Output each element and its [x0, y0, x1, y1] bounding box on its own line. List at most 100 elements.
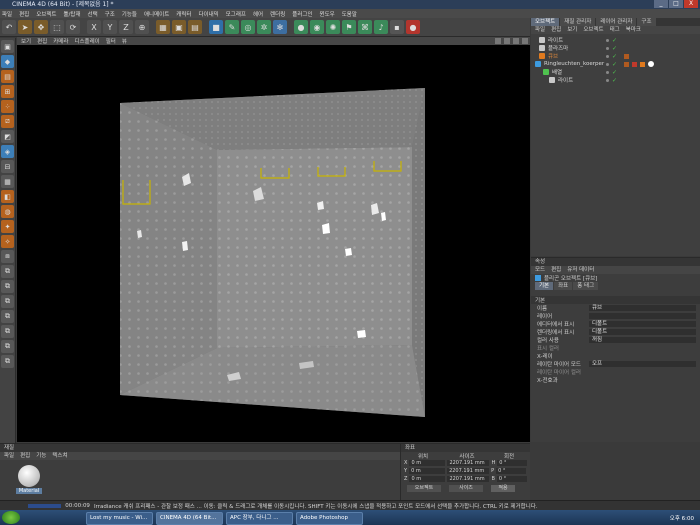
mm-menu-file[interactable]: 파일: [4, 452, 14, 460]
taskbar-item-apc[interactable]: APC 장부, 다니그 ...: [226, 512, 293, 525]
texture-mode-icon[interactable]: ▤: [1, 70, 14, 83]
grid-icon[interactable]: ▦: [1, 175, 14, 188]
maximize-button[interactable]: □: [669, 0, 683, 8]
object-row[interactable]: 플라즈마 ✓: [531, 44, 700, 52]
am-menu-edit[interactable]: 편집: [551, 266, 561, 274]
vp-move-icon[interactable]: [495, 38, 501, 44]
vp-menu-filter[interactable]: 필터: [106, 37, 116, 45]
sound-icon[interactable]: ♪: [374, 20, 388, 34]
vp-maximize-icon[interactable]: [522, 38, 528, 44]
om-menu-edit[interactable]: 편집: [551, 26, 561, 34]
coord-mode-select[interactable]: 오브젝트: [407, 484, 441, 492]
polygons-mode-icon[interactable]: ◩: [1, 130, 14, 143]
light-icon[interactable]: ✺: [326, 20, 340, 34]
cube-icon[interactable]: ■: [209, 20, 223, 34]
om-menu-file[interactable]: 파일: [535, 26, 545, 34]
object-row[interactable]: 배열 ✓: [531, 68, 700, 76]
attr-mode-select[interactable]: 오프: [589, 361, 696, 367]
vp-menu-view[interactable]: 보기: [21, 37, 31, 45]
close-button[interactable]: X: [684, 0, 698, 8]
rot-b-field[interactable]: 0 °: [496, 476, 527, 482]
tab-structure[interactable]: 구조: [637, 18, 656, 26]
attr-xray-checkbox[interactable]: [589, 353, 696, 359]
snap-icon[interactable]: ⊟: [1, 160, 14, 173]
subdivision-icon[interactable]: ◎: [241, 20, 255, 34]
scale-icon[interactable]: ⬚: [50, 20, 64, 34]
om-menu-tags[interactable]: 태그: [610, 26, 620, 34]
compositing-tag-icon[interactable]: [640, 61, 646, 67]
coord-icon[interactable]: ⊕: [135, 20, 149, 34]
spline-pen-icon[interactable]: ✎: [225, 20, 239, 34]
tab-basic[interactable]: 기본: [535, 282, 554, 290]
object-row[interactable]: 라이트 ✓: [531, 76, 700, 84]
record-icon[interactable]: ▪: [390, 20, 404, 34]
menu-dynamics[interactable]: 다이내믹: [198, 10, 218, 18]
start-button-icon[interactable]: [2, 511, 20, 524]
taskbar-item-music[interactable]: Lost my music - Wi...: [86, 512, 153, 525]
tab-materials[interactable]: 재질 관리자: [560, 18, 596, 26]
mm-menu-texture[interactable]: 텍스쳐: [52, 452, 67, 460]
am-menu-mode[interactable]: 모드: [535, 266, 545, 274]
tab-layers[interactable]: 레이어 관리자: [596, 18, 637, 26]
3d-viewport[interactable]: [17, 45, 530, 442]
attr-render-visible-select[interactable]: 디폴트: [589, 329, 696, 335]
menu-render[interactable]: 렌더링: [270, 10, 285, 18]
object-row[interactable]: Ringleuchten_koerper ✓: [531, 60, 700, 68]
pos-x-field[interactable]: 0 m: [409, 460, 446, 466]
apply-button[interactable]: 적용: [491, 484, 515, 492]
pointer-icon[interactable]: ➤: [18, 20, 32, 34]
layout-icon-1[interactable]: ⧉: [1, 265, 14, 278]
minimize-button[interactable]: _: [654, 0, 668, 8]
attr-name-field[interactable]: 큐브: [589, 305, 696, 311]
vp-menu-display[interactable]: 디스플레이: [74, 37, 99, 45]
menu-window[interactable]: 윈도우: [320, 10, 335, 18]
axis-x-icon[interactable]: X: [87, 20, 101, 34]
texture-tag-icon[interactable]: [624, 61, 630, 67]
rotate-icon[interactable]: ⟳: [66, 20, 80, 34]
layout-icon-4[interactable]: ⧉: [1, 310, 14, 323]
rot-p-field[interactable]: 0 °: [496, 468, 527, 474]
bodypaint-icon[interactable]: ✧: [1, 235, 14, 248]
undo-icon[interactable]: ↶: [2, 20, 16, 34]
sculpt-icon[interactable]: ◍: [1, 205, 14, 218]
menu-tools[interactable]: 툴/탑재: [64, 10, 81, 18]
vp-menu-edit[interactable]: 편집: [37, 37, 47, 45]
enabled-check-icon[interactable]: ✓: [612, 37, 617, 44]
menu-objects[interactable]: 오브젝트: [36, 10, 56, 18]
menu-animate[interactable]: 애니메이트: [144, 10, 169, 18]
tag-icon[interactable]: ⚑: [342, 20, 356, 34]
pos-y-field[interactable]: 0 m: [409, 468, 446, 474]
attr-use-color-select[interactable]: 꺼짐: [589, 337, 696, 343]
menu-hair[interactable]: 헤어: [253, 10, 263, 18]
menu-selection[interactable]: 선택: [88, 10, 98, 18]
phong-tag-icon[interactable]: [624, 53, 630, 59]
attr-display-color-field[interactable]: [589, 345, 696, 351]
taskbar-item-photoshop[interactable]: Adobe Photoshop: [296, 512, 363, 525]
axis-y-icon[interactable]: Y: [103, 20, 117, 34]
edges-mode-icon[interactable]: ⧄: [1, 115, 14, 128]
taskbar-item-cinema4d[interactable]: CINEMA 4D (64 Bit...: [156, 512, 223, 525]
material-tag-icon[interactable]: [632, 61, 638, 67]
menu-character[interactable]: 캐릭터: [176, 10, 191, 18]
om-menu-objects[interactable]: 오브젝트: [583, 26, 603, 34]
object-row[interactable]: 라이트 ✓: [531, 36, 700, 44]
object-mode-icon[interactable]: ◆: [1, 55, 14, 68]
deformer-icon[interactable]: ✻: [273, 20, 287, 34]
axis-z-icon[interactable]: Z: [119, 20, 133, 34]
vp-menu-panel[interactable]: 뷰: [122, 37, 127, 45]
size-z-field[interactable]: 2207.191 mm: [447, 476, 490, 482]
menu-file[interactable]: 파일: [2, 10, 12, 18]
enabled-check-icon[interactable]: ✓: [612, 69, 617, 76]
axis-mode-icon[interactable]: ⊞: [1, 85, 14, 98]
enabled-check-icon[interactable]: ✓: [612, 53, 617, 60]
layout-icon-3[interactable]: ⧉: [1, 295, 14, 308]
render-view-icon[interactable]: ▣: [172, 20, 186, 34]
layout-icon-6[interactable]: ⧉: [1, 340, 14, 353]
camera-icon[interactable]: ◉: [310, 20, 324, 34]
python-icon[interactable]: ⌘: [358, 20, 372, 34]
move-icon[interactable]: ✥: [34, 20, 48, 34]
tweak-mode-icon[interactable]: ◈: [1, 145, 14, 158]
material-ball-icon[interactable]: [648, 61, 655, 67]
points-mode-icon[interactable]: ⁘: [1, 100, 14, 113]
render-region-icon[interactable]: ▦: [156, 20, 170, 34]
